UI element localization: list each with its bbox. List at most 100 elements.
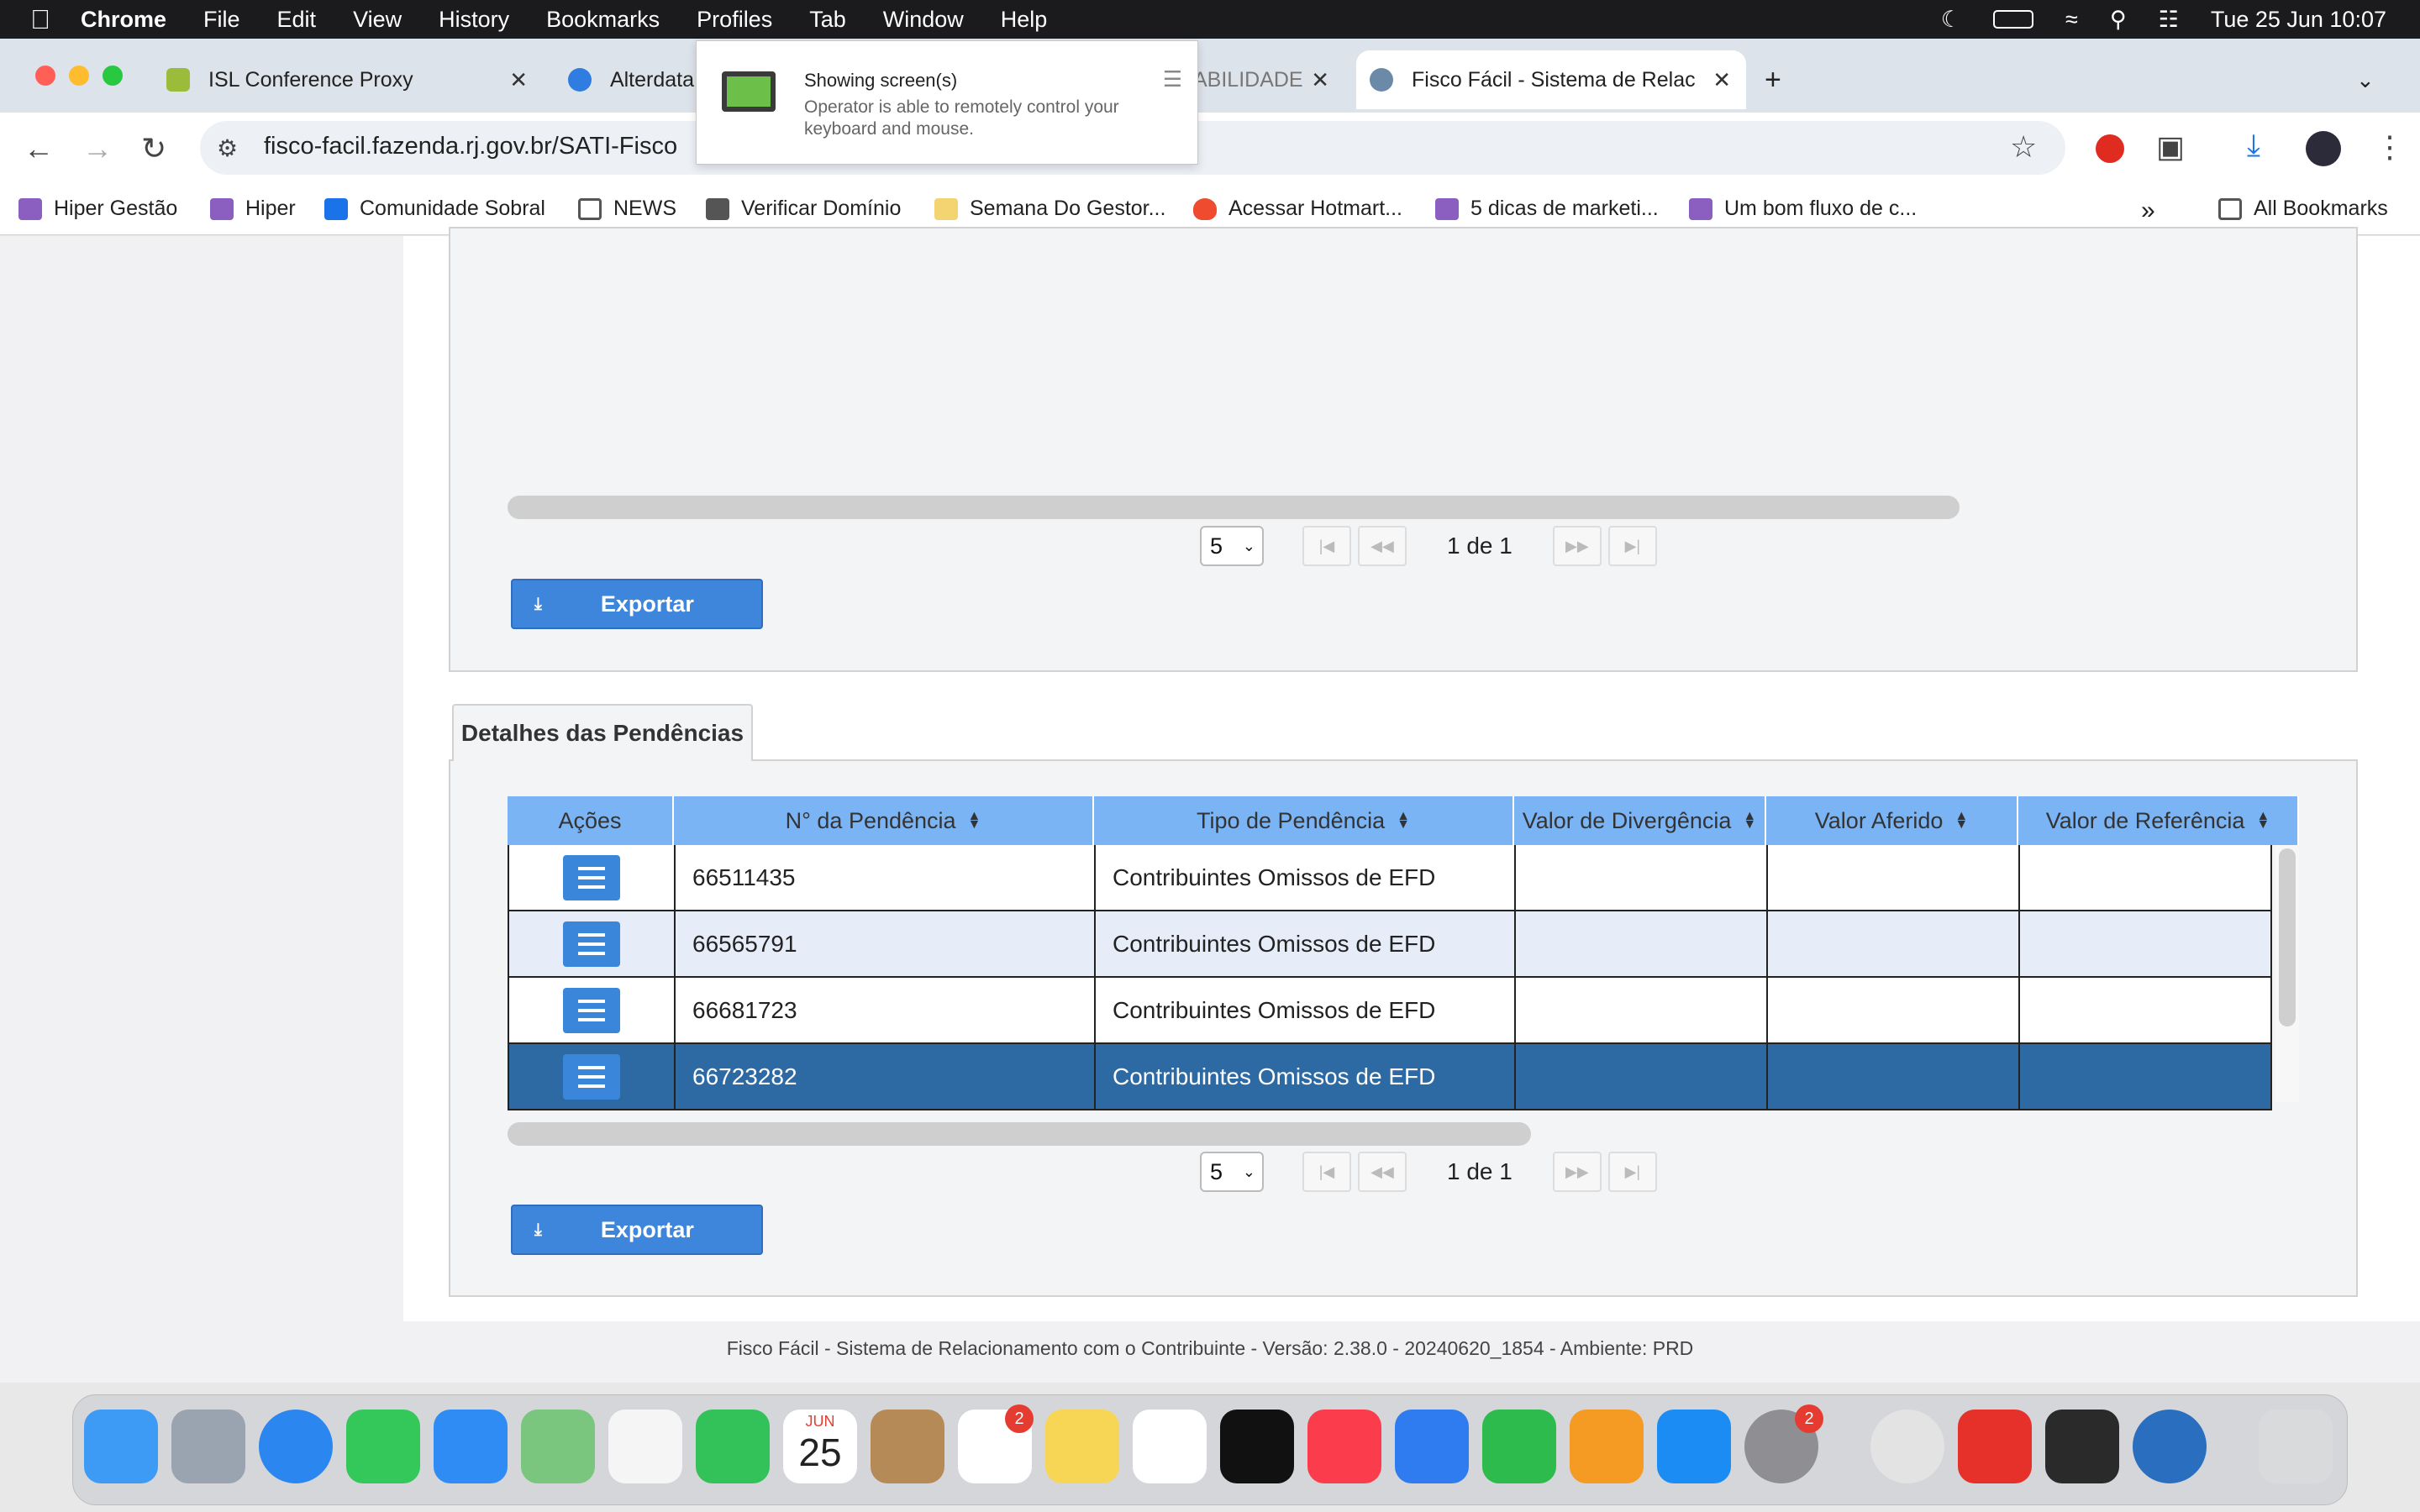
mail-icon[interactable] xyxy=(434,1410,508,1483)
table-row[interactable]: 66511435 Contribuintes Omissos de EFD xyxy=(508,845,2272,911)
menu-view[interactable]: View xyxy=(353,7,402,33)
export-button[interactable]: ⤓ Exportar xyxy=(511,579,763,629)
notification-menu-icon[interactable]: ☰ xyxy=(1163,66,1182,92)
tab-detalhes-das-pendencias[interactable]: Detalhes das Pendências xyxy=(452,704,753,761)
profile-avatar[interactable] xyxy=(2306,131,2341,166)
bookmark-hiper-gestao[interactable]: Hiper Gestão xyxy=(18,197,177,221)
launchpad-icon[interactable] xyxy=(171,1410,245,1483)
keynote-icon[interactable] xyxy=(1395,1410,1469,1483)
tab-fisco-facil[interactable]: Fisco Fácil - Sistema de Relac ✕ xyxy=(1356,50,1746,109)
pages-icon[interactable] xyxy=(1570,1410,1644,1483)
window-zoom-button[interactable] xyxy=(103,66,123,86)
export-button[interactable]: ⤓ Exportar xyxy=(511,1205,763,1255)
finder-icon[interactable] xyxy=(84,1410,158,1483)
table-row[interactable]: 66681723 Contribuintes Omissos de EFD xyxy=(508,978,2272,1044)
photos-icon[interactable] xyxy=(608,1410,682,1483)
isl-light-icon[interactable] xyxy=(2133,1410,2207,1483)
row-actions-menu-icon[interactable] xyxy=(563,988,620,1033)
forward-icon[interactable]: → xyxy=(82,131,113,166)
menu-help[interactable]: Help xyxy=(1001,7,1048,33)
extensions-puzzle-icon[interactable]: ▣ xyxy=(2156,129,2185,165)
sort-icon[interactable]: ▲ ▼ xyxy=(1397,810,1410,832)
messages-icon[interactable] xyxy=(346,1410,420,1483)
tab-alterdata[interactable]: Alterdata xyxy=(568,50,694,109)
spotlight-search-icon[interactable]: ⚲ xyxy=(2110,7,2127,33)
last-page-button[interactable]: ▶| xyxy=(1607,1152,1657,1192)
horizontal-scrollbar[interactable] xyxy=(508,496,1960,519)
notes-icon[interactable] xyxy=(1045,1410,1119,1483)
contacts-icon[interactable] xyxy=(871,1410,944,1483)
column-header-tipo[interactable]: Tipo de Pendência ▲ ▼ xyxy=(1094,796,1514,845)
bookmark-5-dicas[interactable]: 5 dicas de marketi... xyxy=(1435,197,1659,221)
next-page-button[interactable]: ▶▶ xyxy=(1552,1152,1602,1192)
menubar-clock[interactable]: Tue 25 Jun 10:07 xyxy=(2211,7,2386,33)
menu-bookmarks[interactable]: Bookmarks xyxy=(546,7,660,33)
column-header-numero[interactable]: N° da Pendência ▲ ▼ xyxy=(674,796,1094,845)
window-close-button[interactable] xyxy=(35,66,55,86)
last-page-button[interactable]: ▶| xyxy=(1607,526,1657,566)
prev-page-button[interactable]: ◀◀ xyxy=(1358,526,1407,566)
menu-tab[interactable]: Tab xyxy=(809,7,846,33)
vertical-scrollbar-thumb[interactable] xyxy=(2279,848,2296,1026)
page-size-select[interactable]: 5 ⌄ xyxy=(1200,526,1264,566)
battery-icon[interactable] xyxy=(1993,10,2033,29)
bookmark-comunidade-sobral[interactable]: Comunidade Sobral xyxy=(324,197,545,221)
next-page-button[interactable]: ▶▶ xyxy=(1552,526,1602,566)
capcut-icon[interactable] xyxy=(2045,1410,2119,1483)
row-actions-menu-icon[interactable] xyxy=(563,921,620,967)
menu-history[interactable]: History xyxy=(439,7,509,33)
downloads-icon[interactable]: ⤓ xyxy=(2247,128,2260,164)
menu-window[interactable]: Window xyxy=(883,7,964,33)
app-store-icon[interactable] xyxy=(1657,1410,1731,1483)
window-minimize-button[interactable] xyxy=(69,66,89,86)
table-row[interactable]: 66565791 Contribuintes Omissos de EFD xyxy=(508,911,2272,978)
menu-file[interactable]: File xyxy=(203,7,240,33)
bookmark-hiper[interactable]: Hiper xyxy=(210,197,296,221)
apple-tv-icon[interactable] xyxy=(1220,1410,1294,1483)
music-icon[interactable] xyxy=(1307,1410,1381,1483)
bookmark-news[interactable]: NEWS xyxy=(578,197,676,221)
bookmarks-overflow-icon[interactable]: » xyxy=(2141,197,2155,225)
bookmark-verificar-dominio[interactable]: Verificar Domínio xyxy=(706,197,901,221)
menu-edit[interactable]: Edit xyxy=(277,7,317,33)
close-tab-icon[interactable]: ✕ xyxy=(1712,67,1731,93)
prev-page-button[interactable]: ◀◀ xyxy=(1358,1152,1407,1192)
first-page-button[interactable]: |◀ xyxy=(1302,526,1351,566)
page-size-select[interactable]: 5 ⌄ xyxy=(1200,1152,1264,1192)
address-url[interactable]: fisco-facil.fazenda.rj.gov.br/SATI-Fisco xyxy=(264,133,677,160)
menu-app-name[interactable]: Chrome xyxy=(81,7,166,33)
tab-isl-conference-proxy[interactable]: ISL Conference Proxy ✕ xyxy=(166,50,528,109)
calendar-icon[interactable]: JUN 25 xyxy=(783,1410,857,1483)
bookmark-um-bom-fluxo[interactable]: Um bom fluxo de c... xyxy=(1689,197,1917,221)
site-settings-icon[interactable]: ⚙ xyxy=(217,134,238,162)
focus-moon-icon[interactable]: ☾ xyxy=(1941,7,1961,33)
new-tab-button[interactable]: + xyxy=(1765,50,1781,109)
safari-icon[interactable] xyxy=(259,1410,333,1483)
control-center-icon[interactable]: ☷ xyxy=(2159,7,2179,33)
back-icon[interactable]: ← xyxy=(24,131,54,166)
menu-profiles[interactable]: Profiles xyxy=(697,7,772,33)
row-actions-menu-icon[interactable] xyxy=(563,855,620,900)
bookmark-star-icon[interactable]: ☆ xyxy=(2010,129,2037,165)
apple-icon[interactable]:  xyxy=(30,4,81,35)
all-bookmarks[interactable]: All Bookmarks xyxy=(2218,197,2388,221)
chrome-menu-icon[interactable]: ⋮ xyxy=(2375,129,2405,165)
column-header-divergencia[interactable]: Valor de Divergência ▲ ▼ xyxy=(1514,796,1766,845)
sort-icon[interactable]: ▲ ▼ xyxy=(1954,810,1968,832)
close-tab-icon[interactable]: ✕ xyxy=(509,67,528,93)
anydesk-icon[interactable] xyxy=(1958,1410,2032,1483)
tab-search-chevron-icon[interactable]: ⌄ xyxy=(2356,50,2375,109)
bookmark-semana-do-gestor[interactable]: Semana Do Gestor... xyxy=(934,197,1165,221)
table-row-selected[interactable]: 66723282 Contribuintes Omissos de EFD xyxy=(508,1044,2272,1110)
numbers-icon[interactable] xyxy=(1482,1410,1556,1483)
row-actions-menu-icon[interactable] xyxy=(563,1054,620,1100)
sort-icon[interactable]: ▲ ▼ xyxy=(2256,810,2270,832)
bookmark-acessar-hotmart[interactable]: Acessar Hotmart... xyxy=(1193,197,1402,221)
extension-stop-icon[interactable] xyxy=(2096,134,2124,163)
maps-icon[interactable] xyxy=(521,1410,595,1483)
trash-icon[interactable] xyxy=(2259,1410,2333,1483)
column-header-aferido[interactable]: Valor Aferido ▲ ▼ xyxy=(1766,796,2018,845)
horizontal-scrollbar[interactable] xyxy=(508,1122,1531,1146)
column-header-referencia[interactable]: Valor de Referência ▲ ▼ xyxy=(2018,796,2299,845)
close-tab-icon[interactable]: ✕ xyxy=(1311,67,1329,93)
